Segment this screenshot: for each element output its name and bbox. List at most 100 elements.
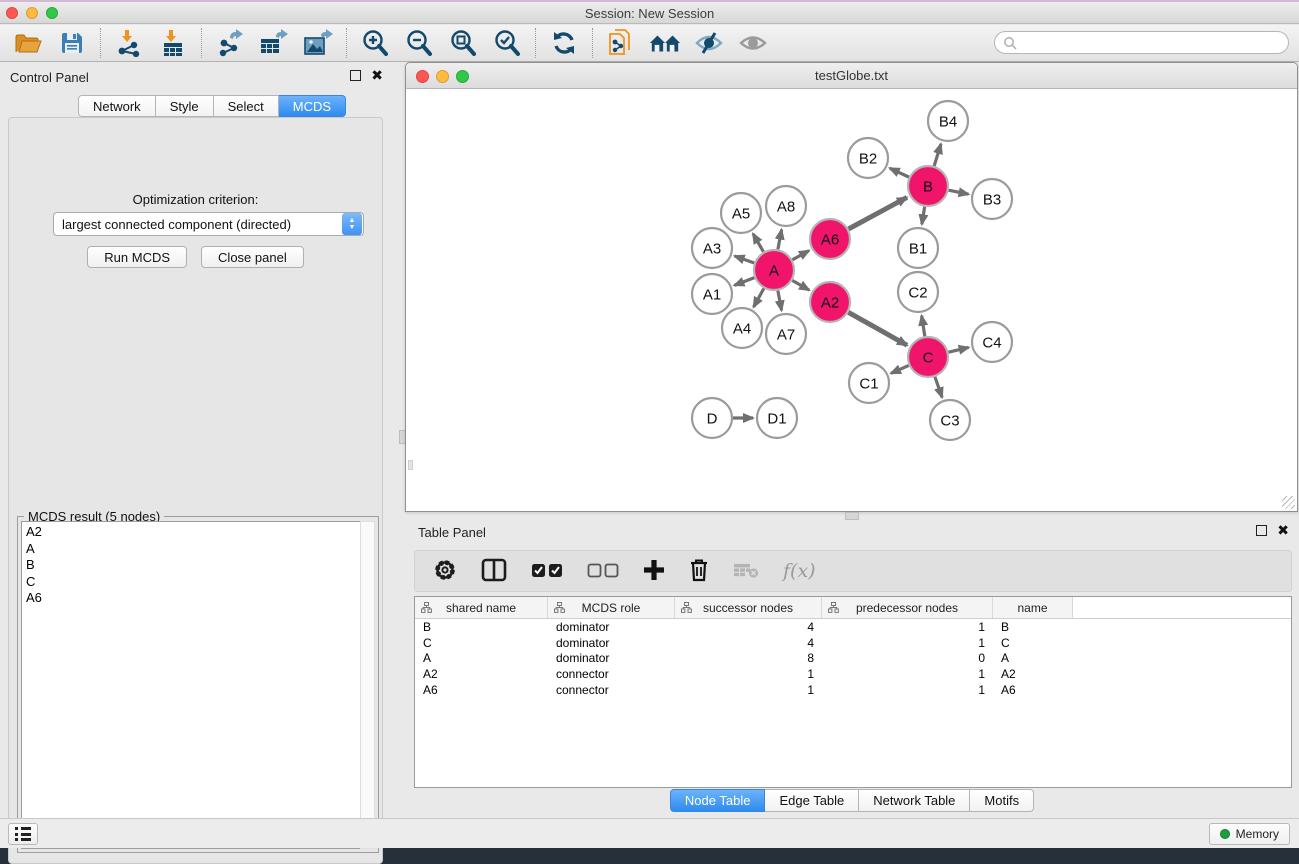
zoom-selected-icon[interactable] — [491, 28, 523, 58]
selected-criterion: largest connected component (directed) — [54, 217, 342, 232]
node-label-D: D — [707, 411, 718, 428]
table-row[interactable]: A6connector11A6 — [415, 682, 1291, 698]
edge-A-A1[interactable] — [734, 278, 754, 286]
zoom-fit-icon[interactable] — [447, 28, 479, 58]
cell-successor-nodes: 4 — [675, 620, 822, 634]
float-panel-icon[interactable] — [350, 70, 361, 81]
table-row[interactable]: A2connector11A2 — [415, 666, 1291, 682]
first-neighbors-icon[interactable] — [649, 28, 681, 58]
network-canvas[interactable]: AA1A2A3A4A5A6A7A8BB1B2B3B4CC1C2C3C4DD1 — [407, 90, 1297, 511]
edge-A-A4[interactable] — [754, 288, 764, 307]
close-table-panel-icon[interactable]: ✖ — [1277, 525, 1289, 536]
column-header-shared-name[interactable]: shared name — [415, 597, 548, 618]
unselect-all-columns-icon[interactable] — [587, 562, 619, 581]
edge-A-A6[interactable] — [792, 251, 809, 260]
refresh-view-icon[interactable] — [548, 28, 580, 58]
optimization-criterion-select[interactable]: largest connected component (directed) ▲… — [53, 212, 364, 236]
edge-B-B2[interactable] — [890, 168, 909, 177]
node-label-B: B — [923, 179, 933, 196]
column-header-successor-nodes[interactable]: successor nodes — [675, 597, 822, 618]
run-mcds-button[interactable]: Run MCDS — [87, 246, 187, 268]
edge-C-C3[interactable] — [935, 377, 942, 398]
memory-button[interactable]: Memory — [1209, 823, 1290, 845]
list-item[interactable]: A — [26, 541, 361, 558]
cell-successor-nodes: 8 — [675, 651, 822, 665]
cell-shared-name: B — [415, 620, 548, 634]
select-all-columns-icon[interactable] — [531, 562, 563, 581]
edge-A-A5[interactable] — [753, 234, 763, 252]
open-session-icon[interactable] — [12, 28, 44, 58]
list-item[interactable]: A2 — [26, 524, 361, 541]
node-label-A4: A4 — [733, 321, 751, 338]
export-image-icon[interactable] — [302, 28, 334, 58]
table-options-gear-icon[interactable] — [433, 558, 457, 585]
cell-MCDS-role: connector — [548, 683, 675, 697]
list-item[interactable]: A6 — [26, 590, 361, 607]
import-network-icon[interactable] — [113, 28, 145, 58]
tab-network[interactable]: Network — [78, 95, 156, 117]
cell-name: C — [993, 636, 1073, 650]
edge-A2-C[interactable] — [848, 312, 907, 345]
edge-A-A8[interactable] — [778, 230, 782, 250]
export-network-icon[interactable] — [214, 28, 246, 58]
zoom-out-icon[interactable] — [403, 28, 435, 58]
table-panel-tabs: Node TableEdge TableNetwork TableMotifs — [405, 789, 1299, 812]
result-list-scrollbar[interactable] — [360, 521, 375, 849]
node-label-B4: B4 — [939, 114, 957, 131]
table-toolbar: f(x) — [414, 550, 1292, 592]
node-label-A6: A6 — [821, 232, 839, 249]
edge-A-A2[interactable] — [792, 280, 809, 290]
edge-C-C1[interactable] — [891, 365, 909, 373]
edge-A6-B[interactable] — [848, 197, 906, 229]
edge-B-B4[interactable] — [934, 144, 941, 166]
new-network-from-selection-icon[interactable] — [605, 28, 637, 58]
optimization-criterion-label: Optimization criterion: — [9, 192, 382, 207]
add-column-icon[interactable] — [643, 559, 665, 584]
float-table-panel-icon[interactable] — [1256, 525, 1267, 536]
tab-motifs[interactable]: Motifs — [970, 789, 1034, 812]
window-resize-grip[interactable] — [1282, 496, 1295, 509]
tab-node-table[interactable]: Node Table — [670, 789, 766, 812]
tab-mcds[interactable]: MCDS — [279, 95, 346, 117]
table-row[interactable]: Adominator80A — [415, 651, 1291, 667]
list-item[interactable]: C — [26, 574, 361, 591]
graph-nodes[interactable]: AA1A2A3A4A5A6A7A8BB1B2B3B4CC1C2C3C4DD1 — [692, 101, 1012, 440]
hide-selected-eye-icon[interactable] — [693, 28, 725, 58]
hierarchy-icon — [828, 602, 839, 613]
save-session-icon[interactable] — [56, 28, 88, 58]
cell-MCDS-role: dominator — [548, 636, 675, 650]
search-input[interactable] — [994, 31, 1289, 54]
column-header-MCDS-role[interactable]: MCDS role — [548, 597, 675, 618]
tab-style[interactable]: Style — [156, 95, 214, 117]
network-window-titlebar[interactable]: testGlobe.txt — [406, 63, 1297, 89]
mcds-result-list[interactable]: A2ABCA6 — [21, 521, 362, 849]
tab-edge-table[interactable]: Edge Table — [765, 789, 859, 812]
node-label-B3: B3 — [983, 192, 1001, 209]
edge-C-C4[interactable] — [948, 347, 968, 352]
list-item[interactable]: B — [26, 557, 361, 574]
close-panel-icon[interactable]: ✖ — [371, 70, 383, 81]
cell-successor-nodes: 4 — [675, 636, 822, 650]
task-history-button[interactable] — [8, 823, 38, 845]
edge-B-B3[interactable] — [949, 190, 969, 194]
column-header-predecessor-nodes[interactable]: predecessor nodes — [822, 597, 993, 618]
export-table-icon[interactable] — [258, 28, 290, 58]
edge-A-A3[interactable] — [735, 256, 755, 263]
status-bar: Memory — [0, 818, 1299, 848]
tab-select[interactable]: Select — [214, 95, 279, 117]
delete-columns-icon[interactable] — [689, 558, 709, 585]
close-panel-button[interactable]: Close panel — [201, 246, 304, 268]
cell-predecessor-nodes: 1 — [822, 636, 993, 650]
table-row[interactable]: Bdominator41B — [415, 619, 1291, 635]
show-column-icon[interactable] — [481, 558, 507, 585]
edge-B-B1[interactable] — [922, 207, 925, 225]
zoom-in-icon[interactable] — [359, 28, 391, 58]
import-table-icon[interactable] — [157, 28, 189, 58]
tab-network-table[interactable]: Network Table — [859, 789, 970, 812]
table-row[interactable]: Cdominator41C — [415, 635, 1291, 651]
column-header-name[interactable]: name — [993, 597, 1073, 618]
edge-C-C2[interactable] — [922, 316, 925, 337]
title-bar: Session: New Session — [0, 0, 1299, 24]
cell-predecessor-nodes: 0 — [822, 651, 993, 665]
edge-A-A7[interactable] — [778, 291, 782, 311]
